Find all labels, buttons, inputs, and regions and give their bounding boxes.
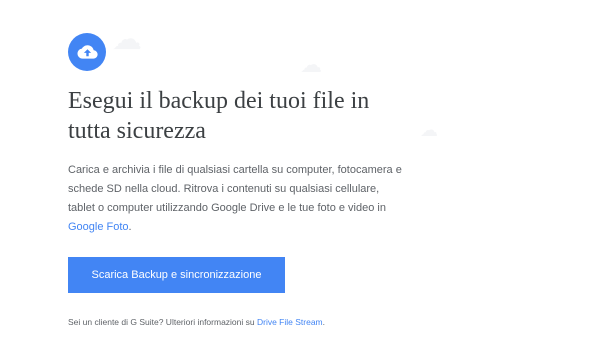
background-decoration: ☁ [112,23,142,56]
page-title-line-1: Esegui il backup dei tuoi file in [68,88,370,114]
description-text: Carica e archivia i file di qualsiasi ca… [68,161,403,237]
cloud-upload-icon [68,33,106,71]
page-title: Esegui il backup dei tuoi file in tutta … [68,86,428,146]
description-end: . [128,221,132,233]
google-foto-link[interactable]: Google Foto [68,221,129,233]
drive-file-stream-link[interactable]: Drive File Stream [257,317,323,327]
background-decoration: ☁ [300,52,322,77]
footnote-text: Sei un cliente di G Suite? Ulteriori inf… [68,317,257,327]
gsuite-footnote: Sei un cliente di G Suite? Ulteriori inf… [68,316,325,328]
description-body: Carica e archivia i file di qualsiasi ca… [68,164,402,214]
page-title-line-2: tutta sicurezza [68,118,206,144]
download-backup-button[interactable]: Scarica Backup e sincronizzazione [68,257,285,293]
cloud-upload-glyph [77,45,98,59]
footnote-end: . [322,317,326,327]
